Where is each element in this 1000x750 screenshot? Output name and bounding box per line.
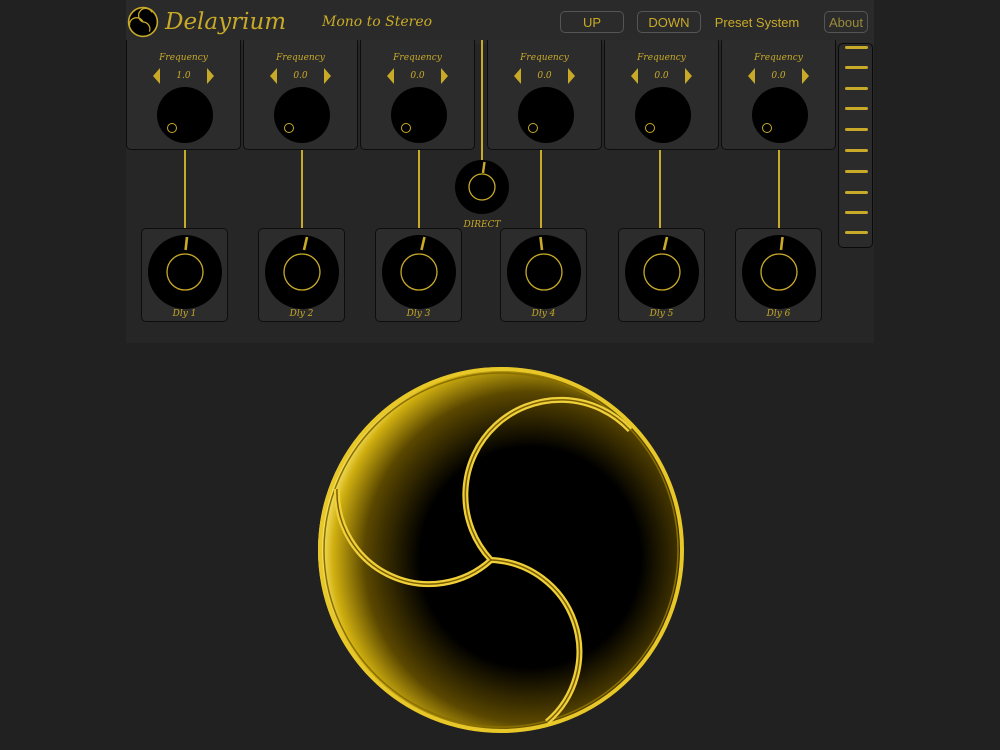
delay-module-1: Dly 1 bbox=[141, 228, 228, 322]
down-button[interactable]: DOWN bbox=[637, 11, 701, 33]
frequency-module-4: Frequency 0.0 bbox=[487, 40, 602, 150]
slider-tick bbox=[845, 87, 868, 90]
arrow-right-icon[interactable] bbox=[802, 68, 809, 84]
delay-module-6: Dly 6 bbox=[735, 228, 822, 322]
frequency-module-2: Frequency 0.0 bbox=[243, 40, 358, 150]
app-window: Delayrium Mono to Stereo UP DOWN Preset … bbox=[0, 0, 1000, 750]
knob-indicator bbox=[167, 123, 177, 133]
delay-module-3: Dly 3 bbox=[375, 228, 462, 322]
slider-tick bbox=[845, 191, 868, 194]
frequency-label: Frequency bbox=[754, 53, 803, 63]
frequency-knob[interactable] bbox=[635, 87, 691, 143]
frequency-module-6: Frequency 0.0 bbox=[721, 40, 836, 150]
about-button[interactable]: About bbox=[824, 11, 868, 33]
delay-knob[interactable] bbox=[624, 234, 700, 310]
direct-connector-line bbox=[481, 40, 483, 165]
app-title: Delayrium bbox=[165, 9, 287, 35]
slider-tick bbox=[845, 170, 868, 173]
frequency-value: 0.0 bbox=[293, 71, 308, 81]
delay-knob[interactable] bbox=[506, 234, 582, 310]
frequency-value: 0.0 bbox=[410, 71, 425, 81]
knob-indicator bbox=[762, 123, 772, 133]
frequency-knob[interactable] bbox=[752, 87, 808, 143]
arrow-right-icon[interactable] bbox=[441, 68, 448, 84]
slider-tick bbox=[845, 107, 868, 110]
frequency-label: Frequency bbox=[637, 53, 686, 63]
arrow-right-icon[interactable] bbox=[568, 68, 575, 84]
frequency-module-3: Frequency 0.0 bbox=[360, 40, 475, 150]
frequency-label: Frequency bbox=[276, 53, 325, 63]
connector-line bbox=[778, 150, 780, 228]
mode-label: Mono to Stereo bbox=[322, 14, 433, 30]
delay-label: Dly 6 bbox=[766, 309, 791, 319]
delay-knob[interactable] bbox=[381, 234, 457, 310]
connector-line bbox=[659, 150, 661, 228]
preset-system-label: Preset System bbox=[714, 15, 800, 30]
arrow-right-icon[interactable] bbox=[207, 68, 214, 84]
slider-tick bbox=[845, 211, 868, 214]
delay-label: Dly 3 bbox=[406, 309, 431, 319]
delay-knob[interactable] bbox=[741, 234, 817, 310]
knob-indicator bbox=[401, 123, 411, 133]
arrow-right-icon[interactable] bbox=[324, 68, 331, 84]
delay-label: Dly 1 bbox=[172, 309, 197, 319]
connector-line bbox=[540, 150, 542, 228]
direct-knob[interactable] bbox=[455, 160, 509, 214]
frequency-value: 0.0 bbox=[771, 71, 786, 81]
frequency-label: Frequency bbox=[159, 53, 208, 63]
delay-module-5: Dly 5 bbox=[618, 228, 705, 322]
delay-module-2: Dly 2 bbox=[258, 228, 345, 322]
frequency-knob[interactable] bbox=[518, 87, 574, 143]
delayrium-logo-icon bbox=[127, 6, 159, 38]
delay-module-4: Dly 4 bbox=[500, 228, 587, 322]
slider-tick bbox=[845, 149, 868, 152]
knob-indicator bbox=[528, 123, 538, 133]
level-slider[interactable] bbox=[838, 43, 873, 248]
knob-indicator bbox=[645, 123, 655, 133]
frequency-label: Frequency bbox=[520, 53, 569, 63]
delay-knob[interactable] bbox=[147, 234, 223, 310]
slider-tick bbox=[845, 66, 868, 69]
slider-tick bbox=[845, 231, 868, 234]
up-button[interactable]: UP bbox=[560, 11, 624, 33]
delayrium-logo-large-icon[interactable] bbox=[315, 364, 687, 736]
delay-label: Dly 5 bbox=[649, 309, 674, 319]
frequency-module-5: Frequency 0.0 bbox=[604, 40, 719, 150]
frequency-knob[interactable] bbox=[391, 87, 447, 143]
delay-label: Dly 4 bbox=[531, 309, 556, 319]
delay-knob[interactable] bbox=[264, 234, 340, 310]
connector-line bbox=[301, 150, 303, 228]
frequency-knob[interactable] bbox=[157, 87, 213, 143]
frequency-value: 0.0 bbox=[654, 71, 669, 81]
connector-line bbox=[184, 150, 186, 228]
slider-tick bbox=[845, 128, 868, 131]
frequency-label: Frequency bbox=[393, 53, 442, 63]
frequency-module-1: Frequency 1.0 bbox=[126, 40, 241, 150]
frequency-value: 1.0 bbox=[176, 71, 191, 81]
slider-tick bbox=[845, 46, 868, 49]
frequency-knob[interactable] bbox=[274, 87, 330, 143]
frequency-value: 0.0 bbox=[537, 71, 552, 81]
knob-indicator bbox=[284, 123, 294, 133]
delay-label: Dly 2 bbox=[289, 309, 314, 319]
arrow-right-icon[interactable] bbox=[685, 68, 692, 84]
connector-line bbox=[418, 150, 420, 228]
